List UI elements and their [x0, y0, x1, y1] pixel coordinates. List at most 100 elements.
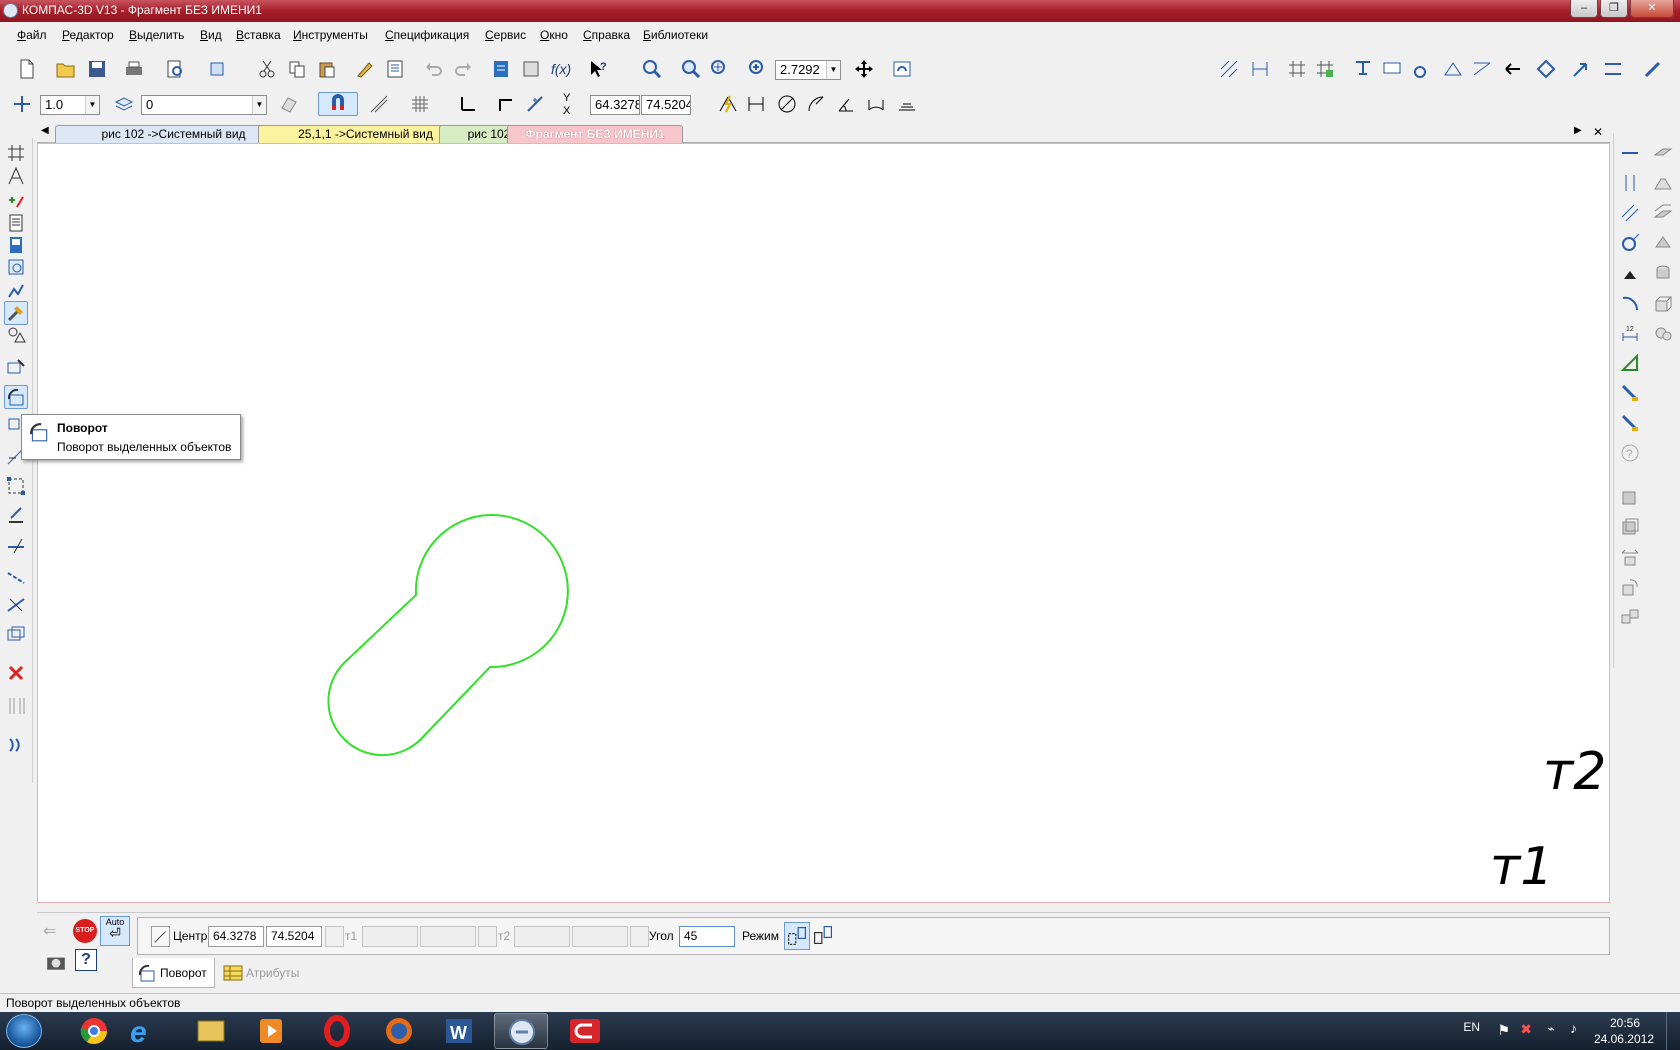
- menu-select[interactable]: Выделить: [129, 28, 184, 42]
- zoom-all-icon[interactable]: [708, 57, 732, 81]
- snap-magnet-button[interactable]: [318, 92, 358, 116]
- tab-ris102-system-view[interactable]: рис 102 ->Системный вид: [55, 125, 292, 143]
- angle-toggle[interactable]: [630, 926, 649, 947]
- deform-icon[interactable]: [4, 474, 28, 498]
- stop-button[interactable]: STOP: [73, 919, 97, 943]
- refresh-view-icon[interactable]: [890, 57, 914, 81]
- word-taskbar-button[interactable]: W: [432, 1013, 486, 1049]
- cut-icon[interactable]: [255, 57, 279, 81]
- split-curve-icon[interactable]: [4, 593, 28, 617]
- center-point-toggle[interactable]: [151, 926, 170, 947]
- help-pointer-icon[interactable]: ?: [586, 57, 610, 81]
- gears-icon[interactable]: [1651, 321, 1675, 345]
- kinematic-icon[interactable]: [1651, 201, 1675, 225]
- dimensions-panel-icon[interactable]: [4, 164, 28, 188]
- trim-two-points-icon[interactable]: [4, 563, 28, 587]
- menu-tools[interactable]: Инструменты: [293, 28, 368, 42]
- library-manager-icon[interactable]: [519, 57, 543, 81]
- grid-icon[interactable]: [408, 92, 432, 116]
- menu-specification[interactable]: Спецификация: [385, 28, 469, 42]
- kompas-app-icon[interactable]: [3, 3, 18, 18]
- start-button[interactable]: [6, 1014, 42, 1048]
- diameter-dimension-icon[interactable]: [775, 92, 799, 116]
- layer-icon[interactable]: [112, 92, 136, 116]
- cursor-step-icon[interactable]: [10, 92, 34, 116]
- triangle-snap-icon[interactable]: [1618, 351, 1642, 375]
- variables-manager-icon[interactable]: [489, 57, 513, 81]
- view-manager-icon[interactable]: [205, 57, 229, 81]
- auto-dimension-icon[interactable]: [716, 92, 740, 116]
- keyhole-contour[interactable]: [327, 514, 569, 757]
- cursor-step-select[interactable]: 1.0 ▼: [40, 95, 100, 115]
- trim-curve-icon[interactable]: [4, 533, 28, 557]
- t1-toggle[interactable]: [325, 926, 344, 947]
- flag-icon[interactable]: ⚑: [1497, 1022, 1510, 1039]
- clock-date[interactable]: 24.06.2012: [1594, 1032, 1654, 1046]
- copy-icon[interactable]: [285, 57, 309, 81]
- center-y-field[interactable]: 74.5204: [266, 926, 322, 947]
- circle-tangent-icon[interactable]: [1618, 231, 1642, 255]
- fix-dimension-icon[interactable]: 12: [1618, 321, 1642, 345]
- chrome-taskbar-button[interactable]: [58, 1013, 112, 1049]
- arc-snap-icon[interactable]: [1618, 291, 1642, 315]
- media-player-taskbar-button[interactable]: [244, 1013, 298, 1049]
- menu-service[interactable]: Сервис: [485, 28, 526, 42]
- function-fx-icon[interactable]: f(x): [549, 57, 573, 81]
- hatch-icon[interactable]: [1217, 57, 1241, 81]
- back-arrow-icon[interactable]: ⇐: [43, 921, 63, 941]
- local-snap-icon[interactable]: [1313, 57, 1337, 81]
- delete-icon[interactable]: [4, 661, 28, 685]
- tab-attributes[interactable]: Атрибуты: [219, 958, 314, 988]
- menu-libraries[interactable]: Библиотеки: [643, 28, 708, 42]
- section-line-icon[interactable]: [1601, 57, 1625, 81]
- ascon-taskbar-button[interactable]: [558, 1013, 612, 1049]
- angle-field[interactable]: 45: [679, 926, 735, 947]
- geometry-panel-icon[interactable]: [4, 141, 28, 165]
- tab-rotate[interactable]: Поворот: [132, 958, 215, 988]
- radial-dimension-icon[interactable]: [804, 92, 828, 116]
- restore-button[interactable]: ❐: [1600, 0, 1628, 18]
- show-desktop-button[interactable]: [1666, 1012, 1680, 1050]
- paste-icon[interactable]: [315, 57, 339, 81]
- object-layers-icon[interactable]: [1618, 515, 1642, 539]
- explorer-taskbar-button[interactable]: [184, 1013, 238, 1049]
- power-icon[interactable]: ⌁: [1547, 1021, 1555, 1037]
- tab-fragment-unnamed[interactable]: Фрагмент БЕЗ ИМЕНИ1: [507, 125, 683, 143]
- mode-keep-original-button[interactable]: [784, 922, 810, 950]
- drawing-canvas[interactable]: т2 т1: [37, 143, 1610, 903]
- align-icon[interactable]: [4, 694, 28, 718]
- arrow-direction-icon[interactable]: [1502, 57, 1526, 81]
- print-icon[interactable]: [122, 57, 146, 81]
- equidistant-icon[interactable]: [4, 733, 28, 757]
- tab-scroll-right-icon[interactable]: ▶: [1574, 125, 1582, 136]
- menu-help[interactable]: Справка: [583, 28, 630, 42]
- leader-icon[interactable]: [1351, 57, 1375, 81]
- new-document-icon[interactable]: [15, 57, 39, 81]
- tolerance-icon[interactable]: [1470, 57, 1494, 81]
- pan-icon[interactable]: [852, 57, 876, 81]
- parallel-icon[interactable]: [1618, 201, 1642, 225]
- dimension-icon[interactable]: [1248, 57, 1272, 81]
- editing-panel-icon[interactable]: [4, 301, 28, 325]
- zoom-window-icon[interactable]: [640, 57, 664, 81]
- move-icon[interactable]: [4, 355, 28, 379]
- object-properties-icon[interactable]: [1618, 485, 1642, 509]
- help-circle-icon[interactable]: ?: [1618, 441, 1642, 465]
- height-dimension-icon[interactable]: [895, 92, 919, 116]
- reports-panel-icon[interactable]: [4, 233, 28, 257]
- measure-panel-icon[interactable]: [4, 278, 28, 302]
- help-button[interactable]: ?: [75, 949, 97, 971]
- copy-properties-icon[interactable]: [353, 57, 377, 81]
- redo-icon[interactable]: [451, 57, 475, 81]
- point-on-curve-icon[interactable]: [1618, 261, 1642, 285]
- grid-snap-icon[interactable]: [1285, 57, 1309, 81]
- menu-edit[interactable]: Редактор: [62, 28, 114, 42]
- roughness-icon[interactable]: [1410, 57, 1434, 81]
- clock-time[interactable]: 20:56: [1610, 1016, 1640, 1030]
- local-cs-icon[interactable]: [456, 92, 480, 116]
- print-preview-icon[interactable]: [163, 57, 187, 81]
- arc-dimension-icon[interactable]: [864, 92, 888, 116]
- array-3d-icon[interactable]: [1618, 605, 1642, 629]
- network-error-icon[interactable]: ✖: [1520, 1021, 1532, 1038]
- text-frame-icon[interactable]: [1380, 57, 1404, 81]
